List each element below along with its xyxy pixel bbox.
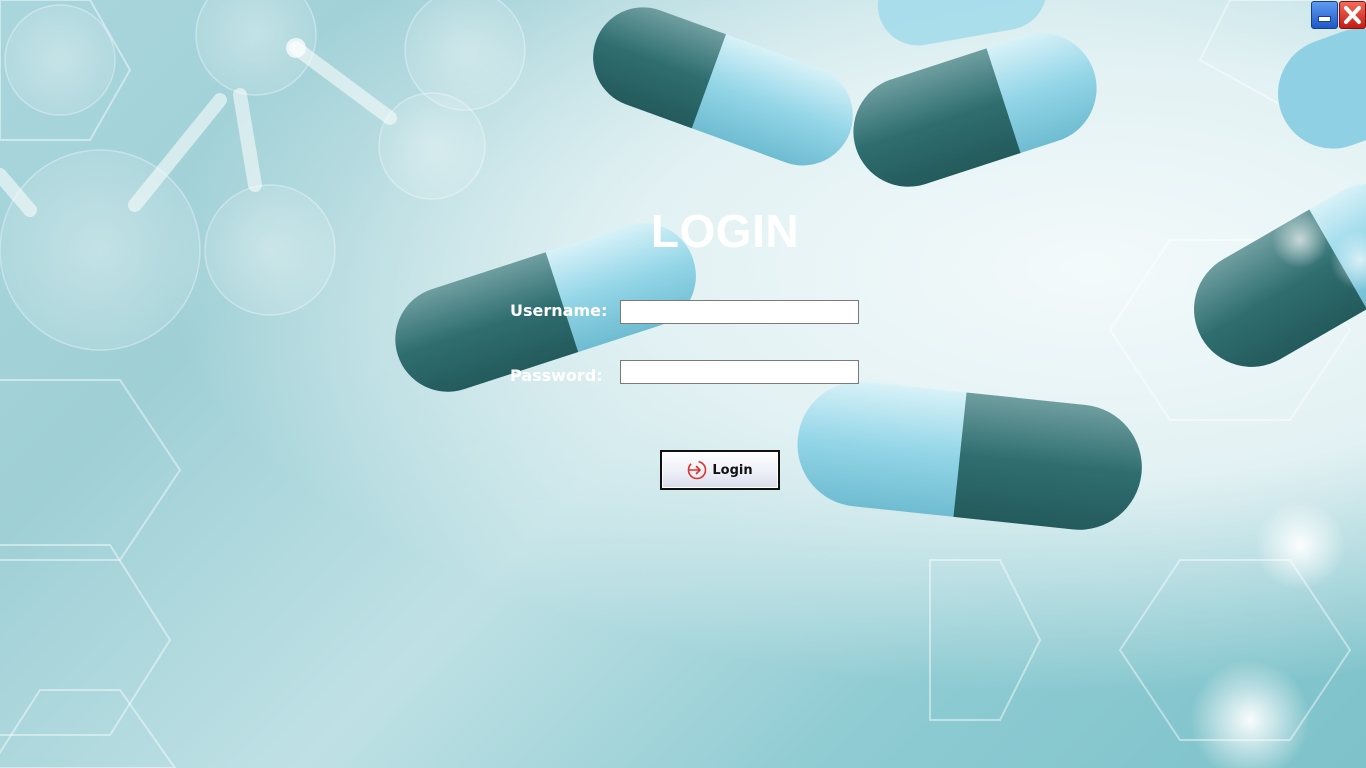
- login-button-label: Login: [712, 462, 753, 478]
- password-field[interactable]: [620, 360, 859, 384]
- username-label: Username:: [510, 301, 608, 320]
- login-arrow-icon: [688, 460, 707, 480]
- close-button[interactable]: [1339, 1, 1366, 29]
- page-title: LOGIN: [650, 205, 800, 257]
- login-button[interactable]: Login: [660, 450, 780, 490]
- background-image: [0, 0, 1366, 768]
- background-artwork: [0, 0, 1366, 768]
- minimize-button[interactable]: [1311, 1, 1338, 29]
- password-label: Password:: [510, 366, 603, 385]
- username-field[interactable]: [620, 300, 859, 324]
- close-icon: [1344, 6, 1361, 24]
